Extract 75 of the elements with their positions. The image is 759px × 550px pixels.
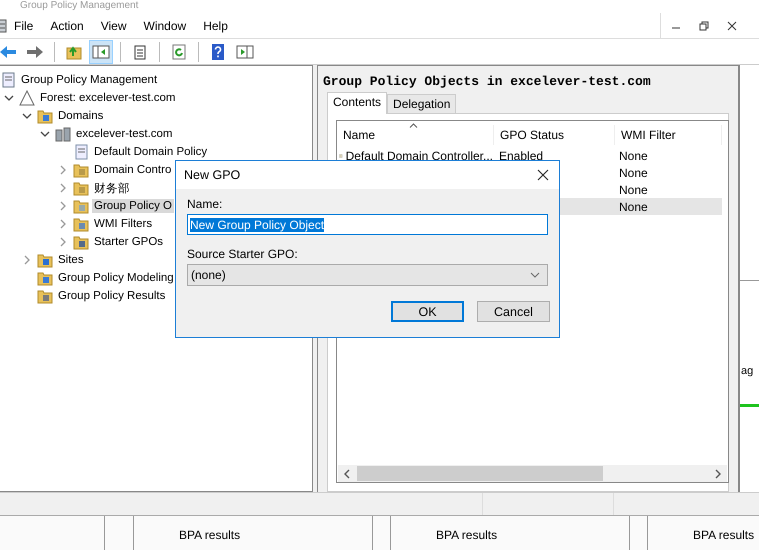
window-fragment-text: ag (741, 365, 754, 377)
tree-item[interactable]: excelever-test.com (74, 127, 175, 141)
folder-icon (73, 162, 89, 178)
scroll-icon (73, 144, 89, 160)
triangle-icon (19, 90, 35, 106)
source-starter-gpo-label: Source Starter GPO: (187, 247, 298, 261)
folder-icon (73, 198, 89, 214)
tree-item[interactable]: 财务部 (92, 180, 132, 196)
expand-chevron-icon[interactable] (58, 165, 68, 175)
expand-chevron-icon[interactable] (22, 255, 32, 265)
collapse-chevron-icon[interactable] (4, 93, 14, 103)
folder-icon (37, 252, 53, 268)
folder-icon (37, 288, 53, 304)
collapse-chevron-icon[interactable] (22, 111, 32, 121)
folder-icon (37, 270, 53, 286)
horizontal-scrollbar[interactable] (338, 465, 727, 482)
tree-item[interactable]: WMI Filters (92, 217, 154, 231)
close-icon[interactable] (727, 20, 737, 30)
menu-item[interactable]: File (14, 18, 34, 32)
expand-chevron-icon[interactable] (58, 219, 68, 229)
sort-caret-icon (409, 123, 418, 128)
tree-item[interactable]: Default Domain Policy (92, 145, 210, 159)
tree-item[interactable]: Group Policy O (92, 199, 174, 213)
folder-icon (73, 216, 89, 232)
ok-button[interactable]: OK (391, 301, 464, 322)
table-cell: None (619, 166, 648, 180)
column-header[interactable]: GPO Status (494, 125, 615, 145)
bpa-results-tab[interactable]: BPA results (647, 516, 759, 550)
collapse-chevron-icon[interactable] (40, 129, 50, 139)
tree-item[interactable]: Domains (56, 109, 106, 123)
column-header[interactable]: WMI Filter (615, 125, 722, 145)
menu-item[interactable]: Window (144, 18, 186, 32)
tree-item[interactable]: Starter GPOs (92, 235, 166, 249)
table-cell: Default Domain Controller... (346, 148, 493, 162)
restore-icon[interactable] (699, 20, 709, 30)
scroll-right-icon[interactable] (714, 468, 722, 478)
tree-item[interactable]: Sites (56, 253, 86, 267)
bpa-results-tab[interactable]: BPA results (390, 516, 630, 550)
server-icon (55, 126, 71, 142)
scroll-left-icon[interactable] (343, 468, 351, 478)
close-icon[interactable] (537, 169, 549, 181)
table-cell: None (619, 148, 648, 162)
expand-chevron-icon[interactable] (58, 183, 68, 193)
menu-item[interactable]: View (100, 18, 126, 32)
pane-heading: Group Policy Objects in excelever-test.com (322, 73, 652, 91)
table-cell: None (619, 200, 648, 214)
tree-item[interactable]: Group Policy Management (19, 73, 160, 87)
folder-icon (37, 108, 53, 124)
tab[interactable]: Contents (327, 92, 388, 114)
folder-icon (73, 234, 89, 250)
scroll-icon (0, 72, 16, 88)
name-field[interactable]: New Group Policy Object (187, 214, 548, 235)
progress-line (740, 404, 759, 407)
tree-item[interactable]: Group Policy Modeling (56, 271, 176, 285)
expand-chevron-icon[interactable] (58, 237, 68, 247)
table-cell: None (619, 182, 648, 196)
name-label: Name: (187, 197, 222, 211)
cancel-button[interactable]: Cancel (477, 301, 550, 322)
tree-item[interactable]: Domain Contro (92, 163, 174, 177)
expand-chevron-icon[interactable] (58, 201, 68, 211)
tree-item[interactable]: Group Policy Results (56, 289, 168, 303)
tree-item[interactable]: Forest: excelever-test.com (38, 91, 178, 105)
menu-item[interactable]: Action (50, 18, 84, 32)
column-header[interactable]: Name (337, 125, 494, 145)
bpa-results-tab[interactable]: BPA results (133, 516, 373, 550)
tab[interactable]: Delegation (387, 94, 456, 113)
console-tree-icon[interactable] (89, 40, 113, 64)
table-cell: Enabled (499, 148, 544, 162)
menu-item[interactable]: Help (203, 18, 228, 32)
console-icon[interactable] (0, 18, 7, 32)
window-title: Group Policy Management (20, 0, 140, 12)
dialog-title: New GPO (184, 168, 240, 182)
folder-icon (73, 180, 89, 196)
source-starter-gpo-dropdown[interactable]: (none) (187, 264, 548, 286)
dropdown-chevron-icon (530, 272, 540, 278)
